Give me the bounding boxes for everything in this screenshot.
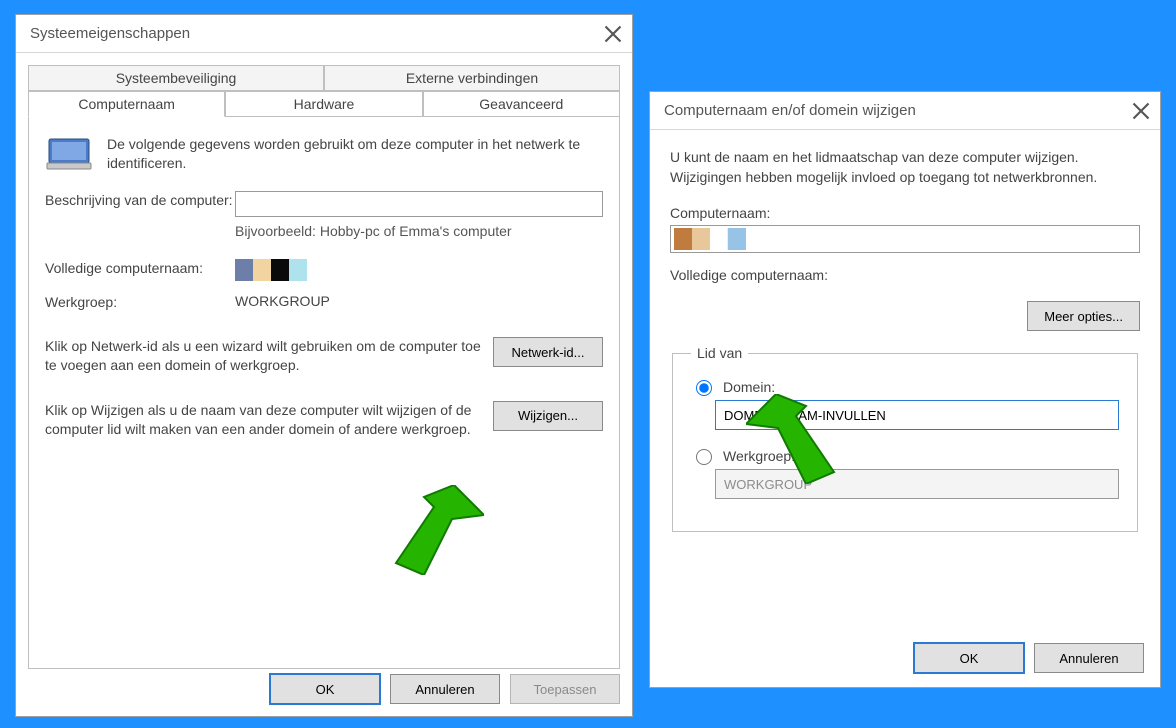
network-id-text: Klik op Netwerk-id als u een wizard wilt…: [45, 337, 481, 375]
info-text: U kunt de naam en het lidmaatschap van d…: [670, 148, 1140, 187]
fullname-label: Volledige computernaam:: [45, 259, 235, 281]
cancel-button[interactable]: Annuleren: [1034, 643, 1144, 673]
rename-domain-window: Computernaam en/of domein wijzigen U kun…: [649, 91, 1161, 688]
member-of-group: Lid van Domein: Werkgroep:: [672, 345, 1138, 532]
computername-label: Computernaam:: [670, 205, 1140, 221]
window-title: Computernaam en/of domein wijzigen: [664, 102, 916, 119]
more-options-button[interactable]: Meer opties...: [1027, 301, 1140, 331]
fullname-value-redacted: [235, 259, 603, 281]
tutorial-arrow-icon: [746, 394, 846, 484]
tab-hardware[interactable]: Hardware: [225, 91, 422, 117]
cancel-button[interactable]: Annuleren: [390, 674, 500, 704]
tab-externe-verbindingen[interactable]: Externe verbindingen: [324, 65, 620, 91]
workgroup-radio[interactable]: [696, 449, 712, 465]
close-icon[interactable]: [604, 25, 622, 43]
tab-page-computernaam: De volgende gegevens worden gebruikt om …: [28, 117, 620, 669]
ok-button[interactable]: OK: [270, 674, 380, 704]
close-icon[interactable]: [1132, 102, 1150, 120]
workgroup-label: Werkgroep:: [45, 293, 235, 311]
tutorial-arrow-icon: [384, 485, 484, 575]
computer-icon: [45, 135, 93, 175]
tab-geavanceerd[interactable]: Geavanceerd: [423, 91, 620, 117]
description-input[interactable]: [235, 191, 603, 217]
tab-strip: Systeembeveiliging Externe verbindingen …: [28, 65, 620, 117]
window-title: Systeemeigenschappen: [30, 25, 190, 42]
tab-computernaam[interactable]: Computernaam: [28, 91, 225, 117]
change-text: Klik op Wijzigen als u de naam van deze …: [45, 401, 481, 439]
domain-radio-label: Domein:: [723, 379, 775, 395]
titlebar[interactable]: Computernaam en/of domein wijzigen: [650, 92, 1160, 130]
member-of-legend: Lid van: [691, 345, 748, 361]
intro-text: De volgende gegevens worden gebruikt om …: [107, 135, 603, 175]
domain-radio[interactable]: [696, 380, 712, 396]
fullname-label: Volledige computernaam:: [670, 267, 1140, 283]
change-button[interactable]: Wijzigen...: [493, 401, 603, 431]
apply-button[interactable]: Toepassen: [510, 674, 620, 704]
ok-button[interactable]: OK: [914, 643, 1024, 673]
computername-value-redacted: [674, 228, 746, 250]
network-id-button[interactable]: Netwerk-id...: [493, 337, 603, 367]
workgroup-value: WORKGROUP: [235, 293, 603, 311]
tab-systeembeveiliging[interactable]: Systeembeveiliging: [28, 65, 324, 91]
description-label: Beschrijving van de computer:: [45, 191, 235, 239]
system-properties-window: Systeemeigenschappen Systeembeveiliging …: [15, 14, 633, 717]
titlebar[interactable]: Systeemeigenschappen: [16, 15, 632, 53]
description-hint: Bijvoorbeeld: Hobby-pc of Emma's compute…: [235, 223, 603, 239]
